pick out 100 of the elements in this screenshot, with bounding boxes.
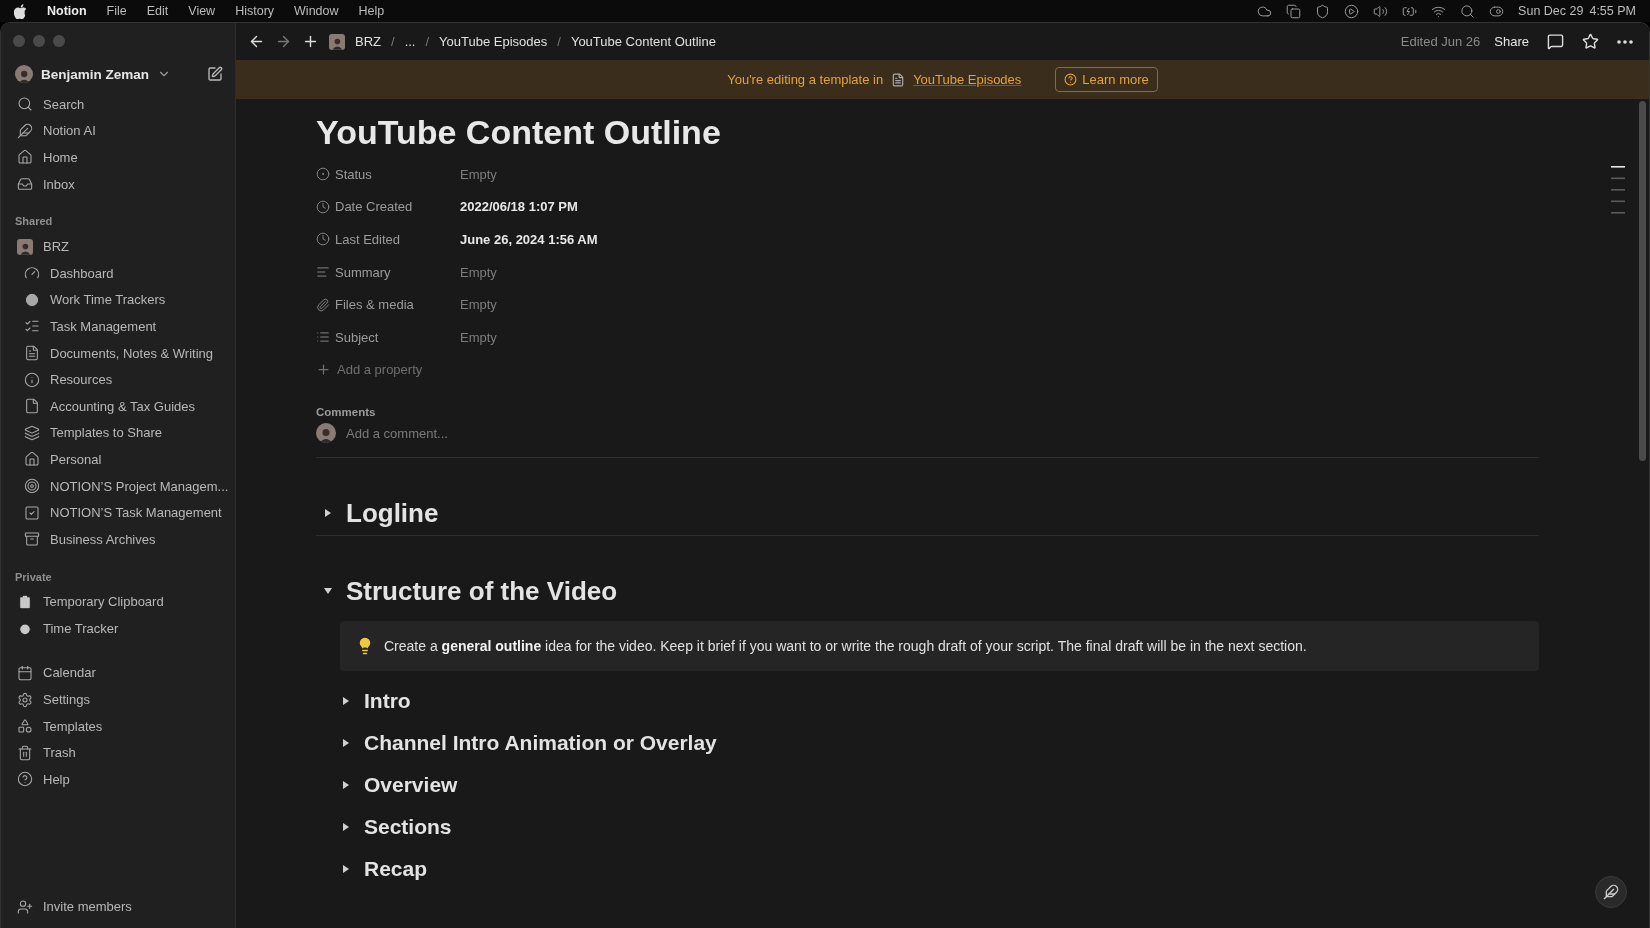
outline-drawing[interactable]: [1611, 166, 1627, 216]
sidebar-item[interactable]: Help: [9, 766, 229, 793]
app-menu[interactable]: Notion: [47, 4, 87, 18]
toggle-heading: Structure of the Video: [346, 575, 618, 607]
property-value[interactable]: 2022/06/18 1:07 PM: [460, 199, 578, 215]
menu-item[interactable]: Help: [358, 4, 385, 18]
commenter-avatar: [316, 423, 336, 444]
windows-icon[interactable]: [1286, 3, 1302, 19]
template-link[interactable]: YouTube Episodes: [913, 72, 1022, 87]
trash-icon: [17, 744, 33, 761]
breadcrumb-separator: /: [425, 34, 430, 49]
sidebar-item[interactable]: Templates to Share: [9, 419, 229, 447]
volume-icon[interactable]: [1373, 3, 1389, 19]
apple-logo-icon[interactable]: [14, 3, 27, 19]
feather-icon: [17, 122, 33, 139]
breadcrumb-link[interactable]: BRZ: [355, 34, 381, 49]
property-value[interactable]: June 26, 2024 1:56 AM: [460, 232, 598, 247]
house-icon: [24, 451, 40, 468]
target-icon: [24, 478, 40, 494]
sidebar-item[interactable]: Documents, Notes & Writing: [9, 339, 229, 367]
ellipsis-icon: [1617, 39, 1633, 44]
menu-bar-time: 4:55 PM: [1589, 4, 1636, 18]
sidebar-item[interactable]: Work Time Trackers: [9, 286, 229, 314]
property-label[interactable]: Subject: [335, 329, 379, 345]
sidebar-item[interactable]: Time Tracker: [9, 615, 229, 642]
help-button[interactable]: [1595, 876, 1627, 908]
person-plus-icon: [17, 898, 33, 915]
info-icon: [24, 371, 40, 388]
sidebar-item[interactable]: Dashboard: [9, 259, 229, 287]
sidebar-item[interactable]: Home: [9, 144, 229, 171]
help-icon: [17, 771, 33, 788]
sidebar-item[interactable]: Temporary Clipboard: [9, 588, 229, 616]
help-icon: [1064, 73, 1078, 86]
sidebar-item[interactable]: Trash: [9, 739, 229, 767]
sidebar-item[interactable]: Resources: [9, 366, 229, 393]
text-lines-icon: [316, 265, 330, 280]
toggle-heading: Recap: [364, 856, 428, 881]
invite-members-button[interactable]: Invite members: [9, 893, 229, 920]
breadcrumb-link[interactable]: YouTube Content Outline: [570, 34, 716, 49]
sidebar-item[interactable]: BRZ: [9, 233, 229, 260]
property-label[interactable]: Summary: [335, 264, 391, 280]
shield-icon[interactable]: [1315, 3, 1331, 19]
file-icon: [24, 398, 40, 415]
sidebar-item[interactable]: Settings: [9, 686, 229, 713]
share-button[interactable]: Share: [1490, 32, 1533, 51]
cloud-icon[interactable]: [1257, 3, 1273, 19]
sidebar-item[interactable]: Notion AI: [9, 117, 229, 145]
back-icon[interactable]: [248, 33, 265, 50]
menu-bar-date: Sun Dec 29: [1518, 4, 1584, 18]
checkbox-icon: [24, 504, 40, 521]
list-icon: [316, 330, 330, 345]
menu-item[interactable]: Window: [294, 4, 339, 18]
property-value[interactable]: Empty: [460, 264, 497, 280]
menu-item[interactable]: Edit: [146, 4, 169, 18]
breadcrumb-link[interactable]: YouTube Episodes: [439, 34, 548, 49]
property-value[interactable]: Empty: [460, 329, 497, 345]
sidebar-item[interactable]: Business Archives: [9, 525, 229, 553]
sidebar-item[interactable]: Accounting & Tax Guides: [9, 392, 229, 420]
plus-icon[interactable]: [302, 33, 319, 50]
sidebar-item[interactable]: Task Management: [9, 313, 229, 340]
sidebar-item[interactable]: NOTION’S Project Managem...: [9, 472, 229, 500]
property-label[interactable]: Files & media: [335, 297, 414, 313]
workspace-avatar: [17, 238, 33, 255]
new-page-icon[interactable]: [207, 66, 223, 82]
sidebar-item[interactable]: Inbox: [9, 170, 229, 198]
comment-icon: [1547, 33, 1564, 50]
wifi-icon[interactable]: [1431, 3, 1447, 19]
property-label[interactable]: Status: [335, 166, 372, 182]
comment-field[interactable]: Add a comment...: [344, 424, 1539, 442]
property-value[interactable]: Empty: [460, 297, 497, 313]
property-label[interactable]: Date Created: [335, 199, 413, 215]
menu-item[interactable]: History: [235, 4, 275, 18]
play-icon[interactable]: [1344, 3, 1360, 19]
sidebar-item[interactable]: Calendar: [9, 659, 229, 687]
sidebar-item[interactable]: NOTION’S Task Management: [9, 499, 229, 526]
menu-item[interactable]: View: [188, 4, 216, 18]
search-icon[interactable]: [1460, 3, 1476, 19]
sidebar-item[interactable]: Templates: [9, 712, 229, 740]
control-center-icon[interactable]: [1489, 3, 1505, 19]
sidebar-item[interactable]: Personal: [9, 446, 229, 473]
workspace-user-name[interactable]: Benjamin Zeman: [41, 66, 150, 82]
breadcrumb-link[interactable]: ...: [404, 34, 416, 49]
comments-title: Comments: [316, 405, 377, 418]
property-label[interactable]: Last Edited: [335, 232, 401, 247]
forward-icon[interactable]: [275, 33, 292, 50]
page-title: YouTube Content Outline: [316, 113, 722, 152]
learn-more-button[interactable]: Learn more: [1055, 67, 1158, 92]
paperclip-icon: [316, 297, 330, 312]
home-icon: [17, 149, 33, 166]
settings-icon: [17, 691, 33, 708]
status-icon: [316, 167, 330, 182]
menu-item[interactable]: File: [106, 4, 127, 18]
clipboard-icon: [17, 593, 33, 610]
user-avatar: [15, 65, 33, 83]
scrollbar[interactable]: [1639, 101, 1646, 461]
add-property-button[interactable]: Add a property: [316, 353, 423, 386]
property-value[interactable]: Empty: [460, 166, 497, 182]
section-title: Private: [14, 569, 53, 585]
toggle-heading: Overview: [364, 772, 458, 797]
sidebar-item[interactable]: Search: [9, 91, 229, 118]
